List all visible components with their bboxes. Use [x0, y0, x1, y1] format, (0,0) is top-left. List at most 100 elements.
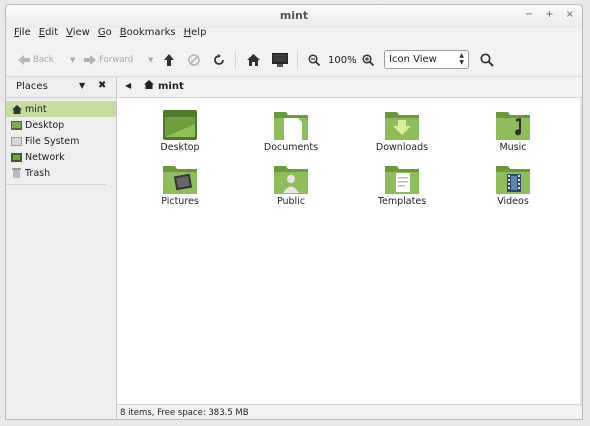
- network-icon: [11, 152, 22, 162]
- menu-help[interactable]: Help: [184, 27, 207, 43]
- menu-file[interactable]: File: [14, 27, 31, 43]
- sidebar-item-mint[interactable]: mint: [6, 101, 116, 117]
- templates-folder-icon: [385, 166, 419, 194]
- trash-icon: [11, 168, 22, 178]
- forward-button[interactable]: Forward: [84, 52, 133, 68]
- menubar: File Edit View Go Bookmarks Help: [6, 27, 582, 43]
- downloads-folder-icon: [385, 112, 419, 140]
- sidebar-menu-icon[interactable]: ▼: [79, 81, 85, 90]
- back-history-icon[interactable]: ▼: [70, 56, 75, 64]
- menu-bookmarks[interactable]: Bookmarks: [120, 27, 176, 43]
- file-item-label: Templates: [377, 196, 427, 207]
- music-folder-icon: [496, 112, 530, 140]
- file-item-public[interactable]: Public: [246, 164, 336, 207]
- places-list: mint Desktop File System Network Trash: [6, 101, 116, 185]
- toolbar-separator: [235, 51, 236, 69]
- breadcrumb-label: mint: [158, 80, 184, 92]
- zoom-out-button[interactable]: [308, 52, 320, 68]
- file-item-label: Videos: [497, 196, 529, 207]
- sidebar-item-label: Network: [25, 151, 65, 163]
- videos-folder-icon: [496, 166, 530, 194]
- file-item-label: Public: [276, 196, 306, 207]
- titlebar[interactable]: mint − + ×: [6, 5, 582, 28]
- minimize-button[interactable]: −: [525, 9, 533, 20]
- select-arrows-icon: ▲ ▼: [459, 52, 464, 66]
- maximize-button[interactable]: +: [545, 9, 553, 20]
- home-icon: [144, 80, 154, 92]
- reload-button[interactable]: [213, 52, 225, 68]
- toolbar: Back ▼ Forward ▼ 100% Icon View ▲ ▼: [6, 44, 582, 77]
- location-bar: ◀ mint: [117, 77, 582, 98]
- up-arrow-icon: [164, 54, 174, 66]
- sidebar-item-label: Trash: [25, 167, 51, 179]
- window-title: mint: [279, 9, 309, 22]
- back-label: Back: [33, 55, 54, 65]
- stop-button[interactable]: [188, 52, 200, 68]
- sidebar-item-file-system[interactable]: File System: [6, 133, 116, 149]
- sidebar-item-label: mint: [25, 103, 47, 115]
- sidebar-divider: [6, 184, 106, 185]
- file-item-label: Documents: [263, 142, 319, 153]
- file-item-label: Downloads: [375, 142, 429, 153]
- desktop-icon: [11, 120, 22, 130]
- statusbar: 8 items, Free space: 383.5 MB: [117, 404, 582, 420]
- up-button[interactable]: [164, 52, 174, 68]
- file-item-desktop[interactable]: Desktop: [135, 110, 225, 153]
- home-button[interactable]: [247, 52, 260, 68]
- menu-edit[interactable]: Edit: [39, 27, 58, 43]
- forward-label: Forward: [99, 55, 134, 65]
- status-text: 8 items, Free space: 383.5 MB: [120, 408, 249, 418]
- file-item-label: Pictures: [161, 196, 199, 207]
- sidebar-title: Places: [16, 81, 48, 92]
- sidebar-item-label: Desktop: [25, 119, 65, 131]
- zoom-level[interactable]: 100%: [328, 52, 357, 68]
- sidebar-header: Places ▼ ✖: [6, 77, 116, 98]
- sidebar-item-label: File System: [25, 135, 80, 147]
- menu-view[interactable]: View: [66, 27, 90, 43]
- computer-icon: [272, 53, 288, 67]
- zoom-in-button[interactable]: [362, 52, 374, 68]
- search-icon: [480, 53, 494, 67]
- public-folder-icon: [274, 166, 308, 194]
- harddisk-icon: [11, 136, 22, 146]
- home-icon: [247, 54, 260, 66]
- file-item-label: Desktop: [160, 142, 200, 153]
- view-mode-select[interactable]: Icon View ▲ ▼: [384, 50, 469, 69]
- back-arrow-icon: [18, 55, 30, 65]
- file-item-templates[interactable]: Templates: [357, 164, 447, 207]
- file-item-music[interactable]: Music: [468, 110, 558, 153]
- zoom-level-text: 100%: [328, 54, 357, 66]
- file-item-downloads[interactable]: Downloads: [357, 110, 447, 153]
- breadcrumb[interactable]: mint: [144, 80, 184, 92]
- stop-icon: [188, 54, 200, 66]
- zoom-out-icon: [308, 54, 320, 66]
- file-item-videos[interactable]: Videos: [468, 164, 558, 207]
- documents-folder-icon: [274, 112, 308, 140]
- file-view[interactable]: Desktop Documents Downloads Music Pictur…: [117, 98, 580, 404]
- file-manager-window: mint − + × File Edit View Go Bookmarks H…: [5, 4, 583, 420]
- menu-go[interactable]: Go: [98, 27, 112, 43]
- pictures-folder-icon: [163, 166, 197, 194]
- forward-history-icon[interactable]: ▼: [148, 56, 153, 64]
- desktop-folder-icon: [163, 110, 197, 140]
- window-controls: − + ×: [525, 9, 574, 20]
- file-item-pictures[interactable]: Pictures: [135, 164, 225, 207]
- toolbar-separator: [297, 51, 298, 69]
- computer-button[interactable]: [272, 52, 288, 68]
- sidebar-close-icon[interactable]: ✖: [98, 80, 106, 91]
- sidebar-item-desktop[interactable]: Desktop: [6, 117, 116, 133]
- file-item-documents[interactable]: Documents: [246, 110, 336, 153]
- zoom-in-icon: [362, 54, 374, 66]
- search-button[interactable]: [480, 52, 494, 68]
- home-icon: [11, 104, 22, 114]
- back-button[interactable]: Back: [18, 52, 54, 68]
- sidebar: Places ▼ ✖ mint Desktop File System Netw…: [6, 77, 117, 419]
- close-button[interactable]: ×: [566, 9, 574, 20]
- sidebar-item-trash[interactable]: Trash: [6, 165, 116, 181]
- sidebar-item-network[interactable]: Network: [6, 149, 116, 165]
- reload-icon: [214, 54, 224, 65]
- forward-arrow-icon: [84, 55, 96, 65]
- scrollbar[interactable]: [580, 98, 582, 404]
- location-back-icon[interactable]: ◀: [125, 81, 131, 90]
- view-mode-value: Icon View: [389, 54, 437, 65]
